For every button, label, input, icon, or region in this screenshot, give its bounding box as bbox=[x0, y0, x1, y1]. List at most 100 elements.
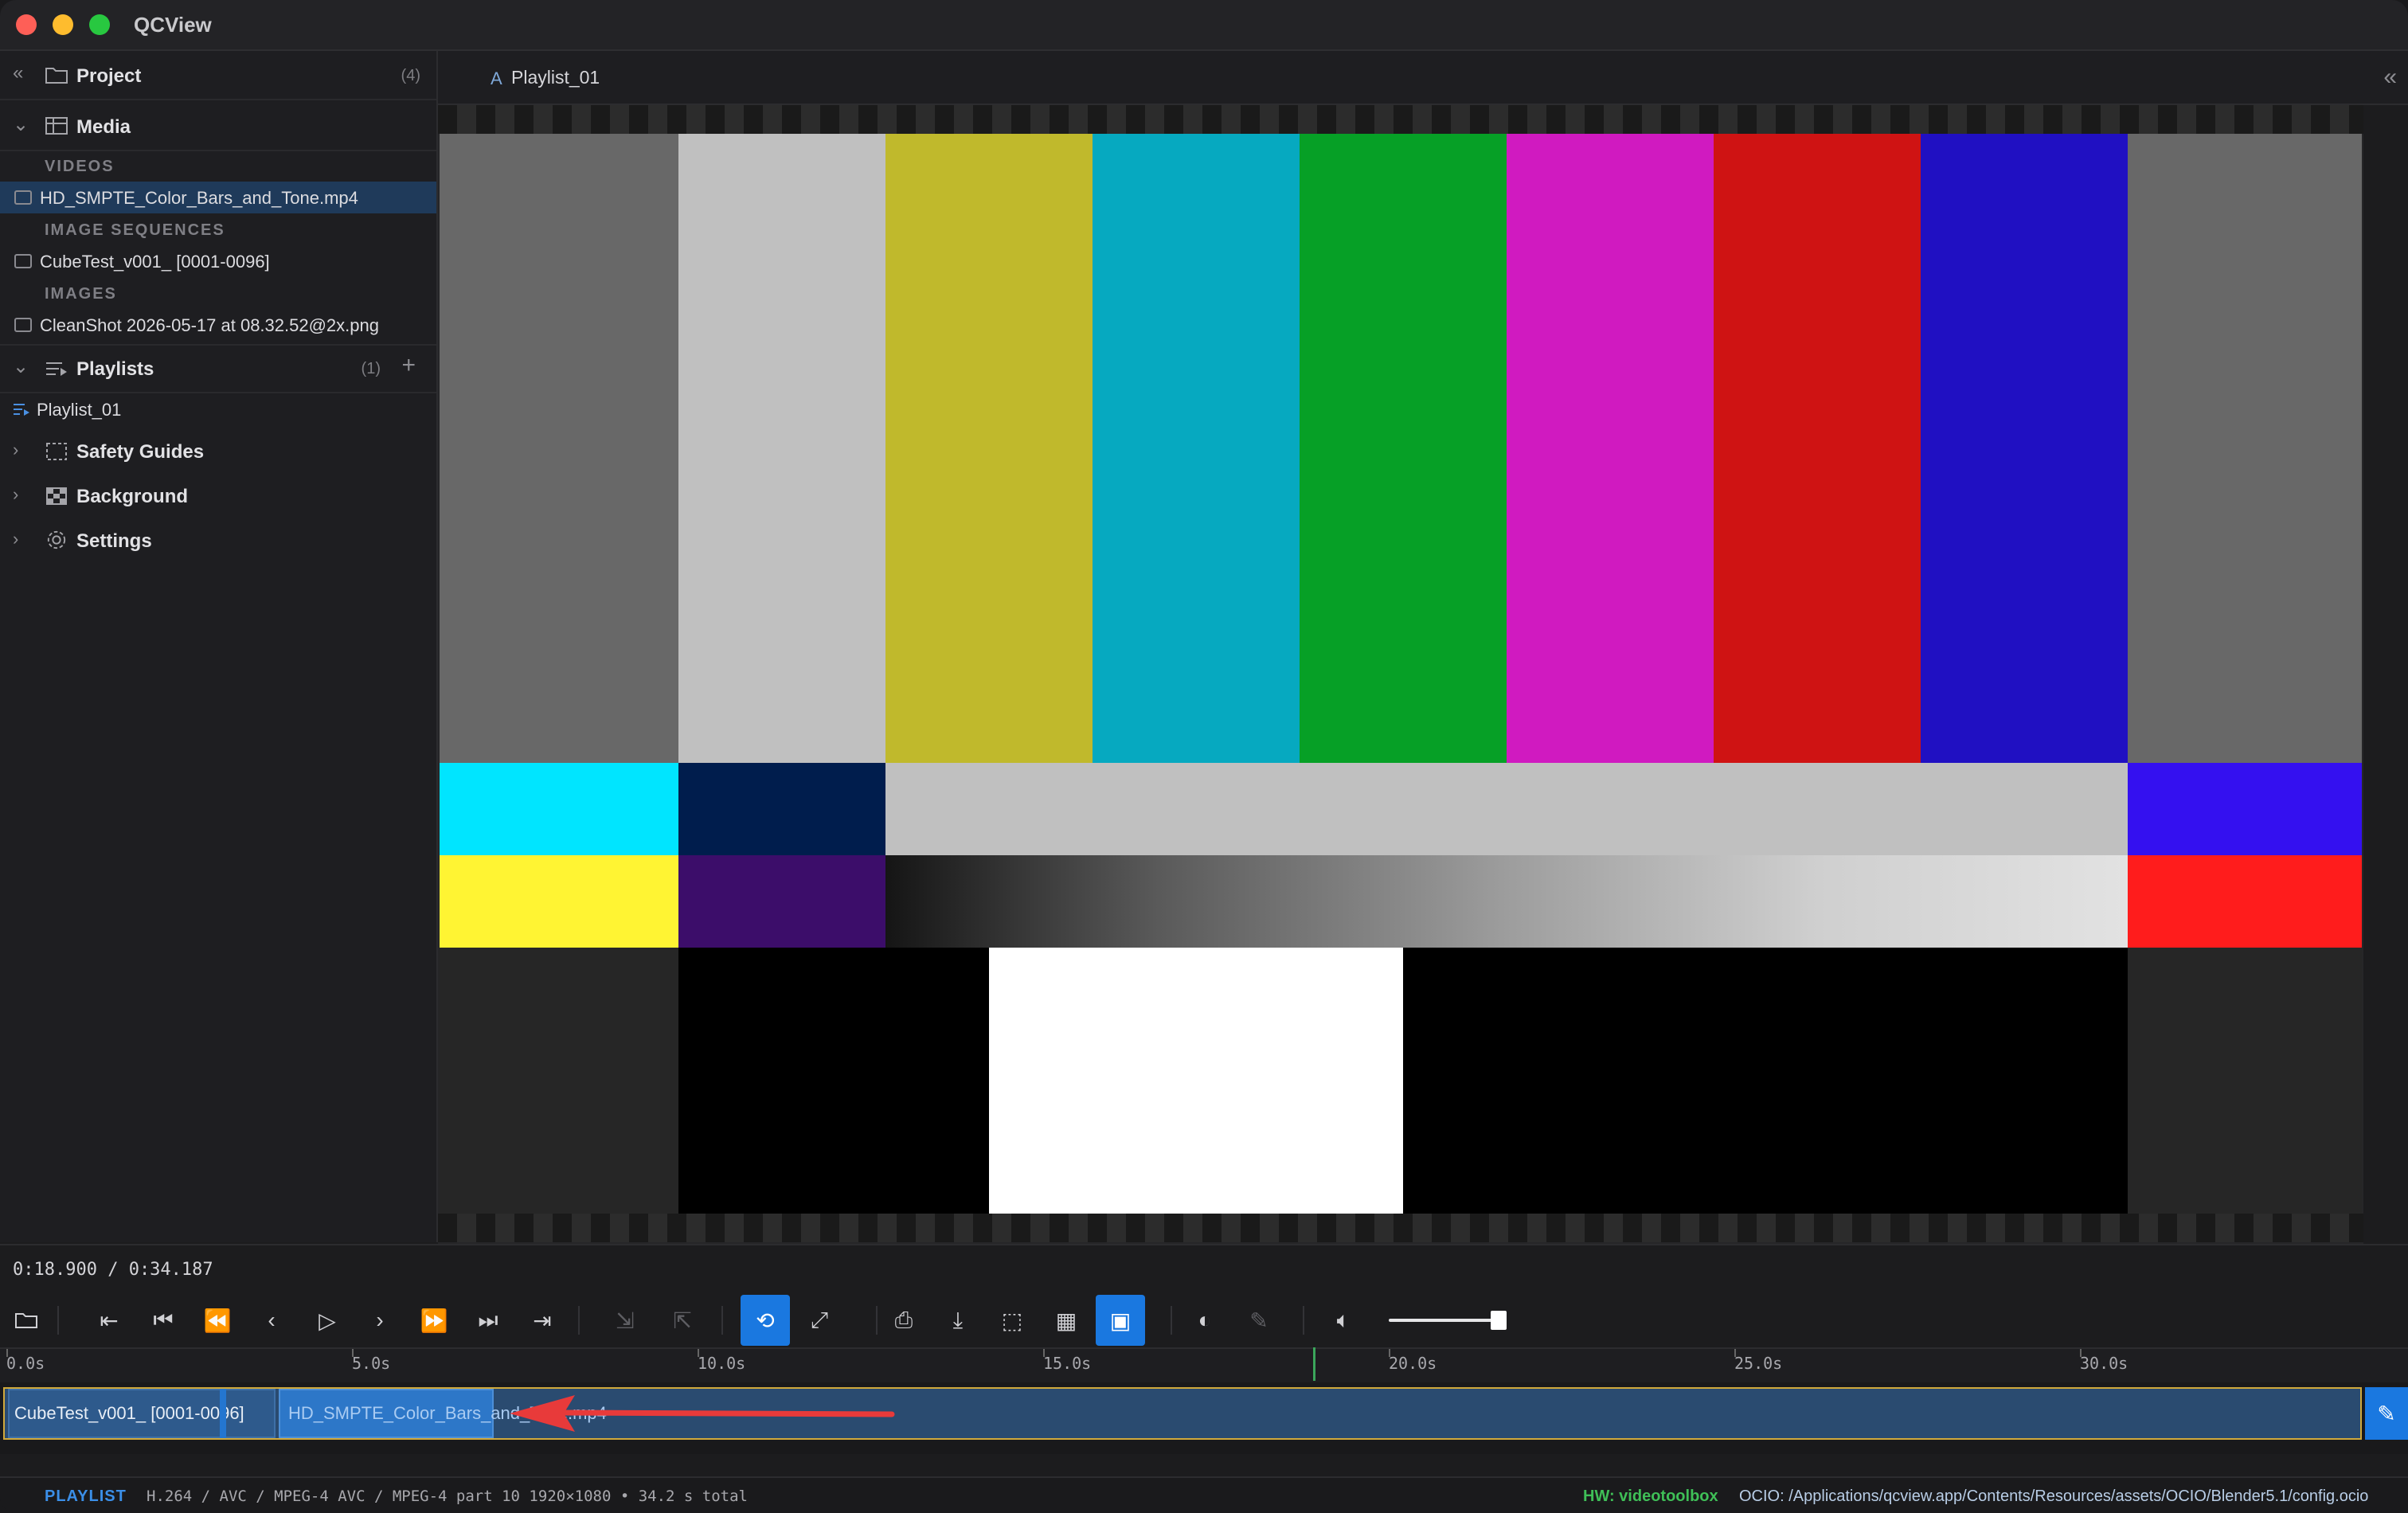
play-button[interactable]: ▷ bbox=[303, 1295, 352, 1346]
skip-start-icon: ⇤ bbox=[100, 1308, 119, 1333]
divider bbox=[578, 1306, 580, 1335]
zoom-window-button[interactable] bbox=[89, 14, 110, 35]
gray-ramp-bar bbox=[885, 855, 2128, 948]
tab-prefix: A bbox=[491, 68, 502, 88]
download-button[interactable]: ⤓ bbox=[933, 1295, 983, 1346]
checker-background-toggle[interactable]: ▦ bbox=[1042, 1295, 1091, 1346]
out-point-icon: ⇱ bbox=[673, 1308, 692, 1333]
collapse-sidebar-icon[interactable]: « bbox=[13, 62, 23, 84]
safety-guides-row[interactable]: › Safety Guides bbox=[0, 432, 436, 471]
section-images: IMAGES bbox=[45, 285, 117, 303]
previous-clip-button[interactable]: ⏮ bbox=[139, 1295, 188, 1346]
chevron-right-icon[interactable]: › bbox=[13, 440, 18, 460]
color-bar bbox=[678, 763, 885, 855]
timeline-ruler[interactable]: 0.0s 5.0s 10.0s 15.0s 20.0s 25.0s 30.0s bbox=[0, 1347, 2408, 1382]
media-item-label: HD_SMPTE_Color_Bars_and_Tone.mp4 bbox=[40, 188, 358, 208]
media-item-label: CubeTest_v001_ [0001-0096] bbox=[40, 252, 270, 272]
playlists-header[interactable]: ⌄ Playlists (1) + bbox=[0, 346, 436, 393]
loop-toggle[interactable]: ⟲ bbox=[741, 1295, 790, 1346]
previous-clip-icon: ⏮ bbox=[153, 1307, 174, 1332]
mute-button[interactable]: 🔈︎ bbox=[1319, 1295, 1368, 1346]
image-icon: ▣ bbox=[1109, 1308, 1132, 1333]
clip-cubetest[interactable]: CubeTest_v001_ [0001-0096] bbox=[8, 1389, 276, 1438]
timeline-track: CubeTest_v001_ [0001-0096] HD_SMPTE_Colo… bbox=[0, 1382, 2408, 1454]
playhead[interactable] bbox=[1312, 1347, 1315, 1381]
tab-playlist[interactable]: Playlist_01 bbox=[511, 67, 600, 88]
image-view-toggle[interactable]: ▣ bbox=[1096, 1295, 1145, 1346]
go-to-end-button[interactable]: ⇥ bbox=[518, 1295, 567, 1346]
gear-icon bbox=[47, 530, 66, 549]
clip-label: CubeTest_v001_ [0001-0096] bbox=[14, 1403, 244, 1423]
media-item-video[interactable]: HD_SMPTE_Color_Bars_and_Tone.mp4 bbox=[0, 182, 436, 213]
playlists-count: (1) bbox=[361, 360, 381, 377]
video-file-icon bbox=[14, 190, 32, 205]
status-codec: H.264 / AVC / MPEG-4 AVC / MPEG-4 part 1… bbox=[147, 1488, 748, 1505]
color-bar bbox=[1714, 134, 1921, 763]
background-row[interactable]: › Background bbox=[0, 476, 436, 516]
playlist-item[interactable]: Playlist_01 bbox=[0, 393, 436, 425]
color-bar bbox=[885, 134, 1093, 763]
rewind-button[interactable]: ⏪ bbox=[193, 1295, 242, 1346]
section-image-sequences: IMAGE SEQUENCES bbox=[45, 221, 225, 239]
volume-slider-thumb[interactable] bbox=[1491, 1311, 1507, 1330]
edit-clip-button[interactable]: ✎ bbox=[2365, 1387, 2408, 1440]
video-viewer[interactable] bbox=[438, 105, 2363, 1244]
chevron-right-icon[interactable]: › bbox=[13, 484, 18, 505]
volume-slider[interactable] bbox=[1389, 1319, 1507, 1322]
edit-icon: ✎ bbox=[1249, 1308, 1268, 1333]
clip-smpte[interactable]: HD_SMPTE_Color_Bars_and_Tone.mp4 bbox=[279, 1389, 607, 1438]
color-bar bbox=[2128, 855, 2362, 948]
section-videos: VIDEOS bbox=[45, 158, 115, 175]
app-window: QCView « Project (4) ⌄ Media VIDEOS HD_S… bbox=[0, 0, 2408, 1513]
letterbox-checker bbox=[438, 1214, 2363, 1242]
annotate-button[interactable]: ✎ bbox=[1234, 1295, 1284, 1346]
add-playlist-button[interactable]: + bbox=[401, 352, 416, 379]
collapse-panel-icon[interactable]: « bbox=[2383, 64, 2397, 91]
project-label: Project bbox=[76, 65, 142, 87]
export-image-button[interactable]: ⎙ bbox=[879, 1295, 928, 1346]
ruler-tick-label: 10.0s bbox=[698, 1354, 746, 1373]
folder-icon bbox=[15, 1313, 37, 1328]
media-header[interactable]: ⌄ Media bbox=[0, 102, 436, 151]
safety-guides-toggle[interactable]: ⬚ bbox=[987, 1295, 1037, 1346]
set-out-point-button[interactable]: ⇱ bbox=[658, 1295, 707, 1346]
settings-row[interactable]: › Settings bbox=[0, 521, 436, 561]
next-clip-button[interactable]: ⏭ bbox=[463, 1295, 513, 1346]
color-bar bbox=[678, 948, 989, 1214]
status-mode: PLAYLIST bbox=[45, 1488, 127, 1505]
media-item-sequence[interactable]: CubeTest_v001_ [0001-0096] bbox=[0, 245, 436, 277]
color-palette-button[interactable]: ◐ bbox=[1180, 1295, 1229, 1346]
color-bar bbox=[678, 855, 885, 948]
app-title: QCView bbox=[134, 13, 212, 37]
timecode-readout: 0:18.900 / 0:34.187 bbox=[13, 1260, 213, 1280]
divider bbox=[1171, 1306, 1172, 1335]
in-point-icon: ⇲ bbox=[616, 1308, 635, 1333]
chevron-down-icon[interactable]: ⌄ bbox=[13, 355, 29, 378]
project-header[interactable]: « Project (4) bbox=[0, 51, 436, 100]
project-count: (4) bbox=[401, 67, 420, 84]
close-window-button[interactable] bbox=[16, 14, 37, 35]
media-item-image[interactable]: CleanShot 2026-05-17 at 08.32.52@2x.png bbox=[0, 309, 436, 341]
clip-trim-handle[interactable] bbox=[220, 1389, 226, 1438]
ruler-tick-label: 20.0s bbox=[1389, 1354, 1437, 1373]
fit-icon: ⤢ bbox=[810, 1307, 829, 1332]
status-hw: HW: videotoolbox bbox=[1583, 1488, 1718, 1505]
go-to-start-button[interactable]: ⇤ bbox=[84, 1295, 134, 1346]
chevron-right-icon: › bbox=[376, 1308, 384, 1332]
sidebar: « Project (4) ⌄ Media VIDEOS HD_SMPTE_Co… bbox=[0, 51, 438, 1242]
open-folder-button[interactable] bbox=[2, 1295, 51, 1346]
background-icon bbox=[46, 487, 67, 505]
step-forward-button[interactable]: › bbox=[355, 1295, 405, 1346]
media-icon bbox=[45, 117, 68, 135]
minimize-window-button[interactable] bbox=[53, 14, 73, 35]
step-back-button[interactable]: ‹ bbox=[247, 1295, 296, 1346]
color-bar bbox=[1403, 948, 2128, 1214]
color-bar bbox=[885, 763, 2128, 855]
fast-forward-button[interactable]: ⏩ bbox=[409, 1295, 459, 1346]
divider bbox=[721, 1306, 723, 1335]
sequence-icon bbox=[14, 254, 32, 268]
set-in-point-button[interactable]: ⇲ bbox=[600, 1295, 650, 1346]
fit-to-view-button[interactable]: ⤢ bbox=[795, 1295, 844, 1346]
chevron-right-icon[interactable]: › bbox=[13, 529, 18, 549]
chevron-down-icon[interactable]: ⌄ bbox=[13, 113, 29, 136]
